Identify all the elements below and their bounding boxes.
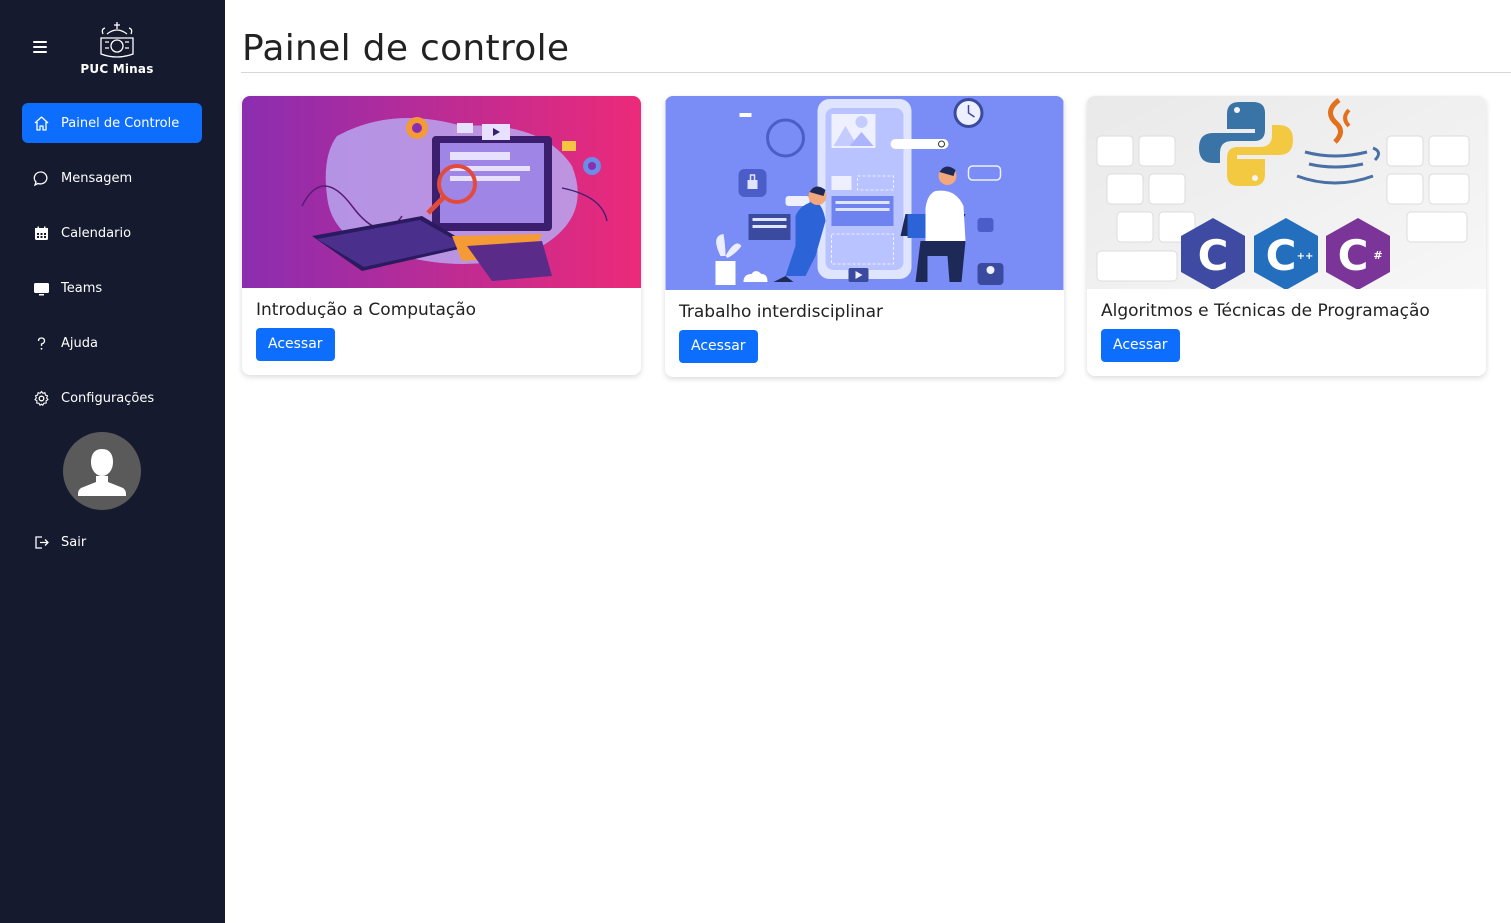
user-silhouette-icon [78, 449, 126, 496]
logo: PUC Minas [80, 20, 154, 84]
sidebar-item-label: Painel de Controle [61, 115, 180, 131]
access-button[interactable]: Acessar [256, 328, 335, 361]
calendar-icon [32, 224, 50, 242]
course-image-computer [242, 96, 641, 288]
svg-text:#: # [1373, 249, 1382, 262]
sidebar-item-sair[interactable]: Sair [22, 522, 202, 562]
sidebar-item-teams[interactable]: Teams [22, 268, 202, 308]
course-image-languages: C C ++ C # [1087, 96, 1486, 289]
sidebar-item-label: Mensagem [61, 170, 133, 186]
gear-icon [32, 389, 50, 407]
course-card: C C ++ C # Algoritmos e Técnicas de Prog… [1087, 96, 1486, 376]
sidebar-item-label: Ajuda [61, 335, 98, 351]
access-button[interactable]: Acessar [679, 330, 758, 363]
sidebar-item-painel-de-controle[interactable]: Painel de Controle [22, 103, 202, 143]
main-content: Painel de controle Introdução a Computaç… [225, 0, 1511, 923]
sidebar-nav: Painel de Controle Mensagem Calendario T… [22, 103, 202, 433]
avatar[interactable] [63, 432, 141, 510]
chat-icon [32, 169, 50, 187]
logout-icon [32, 533, 50, 551]
svg-text:C: C [1198, 231, 1229, 280]
logout-label: Sair [61, 534, 87, 550]
course-title: Introdução a Computação [256, 300, 477, 320]
sidebar: PUC Minas Painel de Controle Mensagem Ca… [0, 0, 225, 923]
svg-text:C: C [1266, 231, 1297, 280]
logout: Sair [22, 522, 202, 577]
course-image-teamwork [665, 96, 1064, 290]
svg-text:C: C [1338, 231, 1369, 280]
sidebar-item-label: Configurações [61, 390, 155, 406]
sidebar-item-mensagem[interactable]: Mensagem [22, 158, 202, 198]
logo-text: PUC Minas [80, 62, 154, 76]
home-icon [32, 114, 50, 132]
sidebar-item-configuracoes[interactable]: Configurações [22, 378, 202, 418]
sidebar-item-calendario[interactable]: Calendario [22, 213, 202, 253]
course-title: Algoritmos e Técnicas de Programação [1101, 301, 1430, 321]
question-icon [32, 334, 50, 352]
course-card: Introdução a Computação Acessar [242, 96, 641, 375]
sidebar-item-label: Teams [61, 280, 103, 296]
sidebar-item-label: Calendario [61, 225, 132, 241]
title-divider [241, 72, 1511, 73]
course-card: Trabalho interdisciplinar Acessar [665, 96, 1064, 377]
sidebar-item-ajuda[interactable]: Ajuda [22, 323, 202, 363]
access-button[interactable]: Acessar [1101, 329, 1180, 362]
course-title: Trabalho interdisciplinar [679, 302, 883, 322]
svg-text:++: ++ [1297, 251, 1314, 262]
crest-icon [100, 22, 134, 58]
monitor-icon [32, 279, 50, 297]
hamburger-menu-icon[interactable] [33, 41, 49, 55]
page-title: Painel de controle [242, 28, 570, 69]
